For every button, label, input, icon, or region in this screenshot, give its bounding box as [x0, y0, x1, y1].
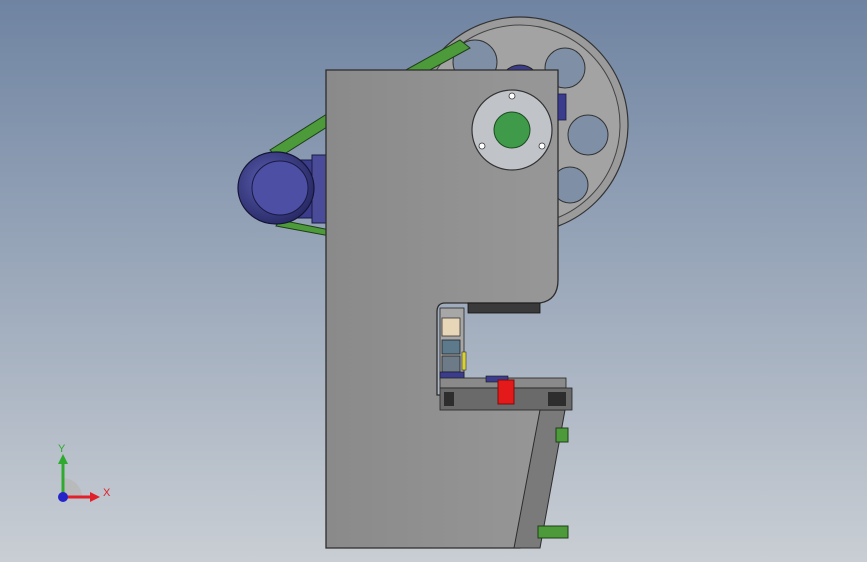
safety-block[interactable]	[497, 379, 515, 405]
z-axis-dot	[58, 492, 68, 502]
y-axis-head	[58, 454, 68, 464]
motor[interactable]	[237, 151, 329, 225]
x-axis-head	[90, 492, 100, 502]
y-axis-label: Y	[58, 443, 66, 455]
coordinate-triad: Y X	[48, 440, 118, 510]
model-view[interactable]	[0, 0, 867, 562]
x-axis-label: X	[103, 487, 111, 499]
cad-viewport[interactable]: Y X	[0, 0, 867, 562]
